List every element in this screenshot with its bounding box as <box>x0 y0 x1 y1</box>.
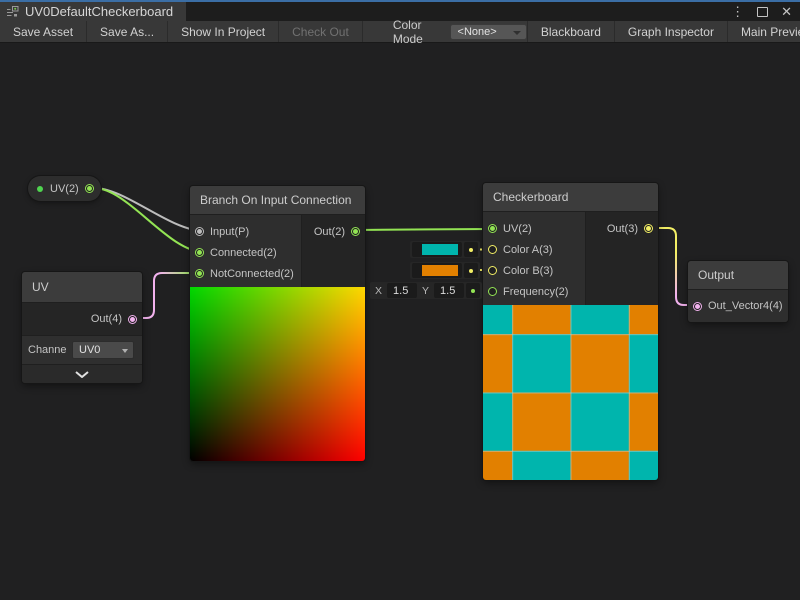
window-controls: ⋮ ✕ <box>731 2 800 21</box>
connector-dot-icon <box>469 248 473 252</box>
collapse-preview-button[interactable] <box>22 364 142 383</box>
connector-dot-icon <box>471 289 475 293</box>
color-mode-label: Color Mode <box>393 18 442 46</box>
channel-dropdown[interactable]: UV0 <box>72 341 134 359</box>
port-row-checker-out: Out(3) <box>586 218 658 239</box>
frequency-x-label: X <box>372 285 385 297</box>
port-label-frequency: Frequency(2) <box>503 286 568 298</box>
toolbar-right-buttons: Blackboard Graph Inspector Main Preview <box>527 21 800 42</box>
color-a-swatch[interactable] <box>422 244 458 255</box>
edge-branchout-to-checker-uv[interactable] <box>356 229 492 230</box>
port-label-connected: Connected(2) <box>210 247 277 259</box>
port-label-checker-out: Out(3) <box>607 223 638 235</box>
shader-graph-window: UV(2) Branch On Input Connection Input(P… <box>0 0 800 600</box>
uv-property-label: UV(2) <box>50 183 79 195</box>
frequency-y-label: Y <box>419 285 432 297</box>
port-branch-out[interactable] <box>351 227 360 236</box>
color-mode-value: <None> <box>458 26 497 38</box>
close-icon[interactable]: ✕ <box>781 5 792 18</box>
port-label-branch-out: Out(2) <box>314 226 345 238</box>
port-label-notconnected: NotConnected(2) <box>210 268 294 280</box>
node-title: Checkerboard <box>483 183 658 212</box>
port-label-checker-uv: UV(2) <box>503 223 532 235</box>
color-b-swatch[interactable] <box>422 265 458 276</box>
port-row-checker-uv: UV(2) <box>483 218 585 239</box>
save-asset-button[interactable]: Save Asset <box>0 21 87 42</box>
color-b-connector-chip <box>464 263 478 278</box>
frequency-x-field[interactable]: 1.5 <box>387 283 417 298</box>
port-notconnected[interactable] <box>195 269 204 278</box>
checkerboard-node-preview <box>483 305 658 480</box>
maximize-icon[interactable] <box>757 7 768 17</box>
channel-row: Channe UV0 <box>22 335 142 364</box>
port-row-connected: Connected(2) <box>190 242 301 263</box>
color-mode-group: Color Mode <None> <box>393 21 527 42</box>
chevron-down-icon <box>122 349 128 353</box>
channel-label: Channe <box>28 344 72 356</box>
port-label-color-a: Color A(3) <box>503 244 553 256</box>
port-label-color-b: Color B(3) <box>503 265 553 277</box>
node-uv[interactable]: UV Out(4) Channe UV0 <box>22 272 142 383</box>
kebab-menu-icon[interactable]: ⋮ <box>731 5 744 18</box>
port-out-vector4[interactable] <box>693 302 702 311</box>
channel-value: UV0 <box>79 344 100 356</box>
shader-graph-icon <box>6 5 19 18</box>
chevron-down-icon <box>75 371 89 378</box>
color-mode-dropdown[interactable]: <None> <box>450 24 527 40</box>
main-preview-toggle-button[interactable]: Main Preview <box>727 21 800 42</box>
port-label-out-vector4: Out_Vector4(4) <box>708 300 783 312</box>
check-out-button: Check Out <box>279 21 363 42</box>
port-frequency[interactable] <box>488 287 497 296</box>
tab-title: UV0DefaultCheckerboard <box>25 4 173 19</box>
color-a-swatch-box <box>412 242 462 257</box>
port-row-color-b: Color B(3) <box>483 260 585 281</box>
port-color-b[interactable] <box>488 266 497 275</box>
port-checker-out[interactable] <box>644 224 653 233</box>
frequency-default-widget: X 1.5 Y 1.5 <box>370 282 482 299</box>
port-label-uv-out: Out(4) <box>91 313 122 325</box>
port-row-color-a: Color A(3) <box>483 239 585 260</box>
frequency-connector-chip <box>466 283 480 298</box>
node-title: UV <box>22 272 142 303</box>
node-output[interactable]: Output Out_Vector4(4) <box>688 261 788 322</box>
toolbar: Save Asset Save As... Show In Project Ch… <box>0 21 800 43</box>
port-row-uv-out: Out(4) <box>22 303 142 335</box>
node-branch-on-input-connection[interactable]: Branch On Input Connection Input(P) Conn… <box>190 186 365 461</box>
tab-uv0defaultcheckerboard[interactable]: UV0DefaultCheckerboard <box>0 2 186 21</box>
show-in-project-button[interactable]: Show In Project <box>168 21 279 42</box>
color-b-default-widget <box>410 262 480 279</box>
port-row-notconnected: NotConnected(2) <box>190 263 301 284</box>
port-color-a[interactable] <box>488 245 497 254</box>
node-title: Output <box>688 261 788 290</box>
color-b-swatch-box <box>412 263 462 278</box>
edge-uvprop-to-inputp[interactable] <box>94 188 204 231</box>
branch-node-preview <box>190 287 365 461</box>
node-checkerboard[interactable]: Checkerboard UV(2) Color A(3) Color B(3) <box>483 183 658 480</box>
port-uv-property-out[interactable] <box>85 184 94 193</box>
blackboard-toggle-button[interactable]: Blackboard <box>527 21 614 42</box>
node-title: Branch On Input Connection <box>190 186 365 215</box>
port-connected[interactable] <box>195 248 204 257</box>
chevron-down-icon <box>513 31 521 35</box>
save-as-button[interactable]: Save As... <box>87 21 168 42</box>
connector-dot-icon <box>469 269 473 273</box>
port-input-p[interactable] <box>195 227 204 236</box>
port-row-out-vector4: Out_Vector4(4) <box>688 290 788 322</box>
exposed-dot-icon <box>37 186 43 192</box>
color-a-default-widget <box>410 241 480 258</box>
frequency-y-field[interactable]: 1.5 <box>434 283 464 298</box>
color-a-connector-chip <box>464 242 478 257</box>
node-uv-property[interactable]: UV(2) <box>28 176 101 201</box>
port-row-frequency: Frequency(2) <box>483 281 585 302</box>
port-label-input-p: Input(P) <box>210 226 249 238</box>
port-row-input-p: Input(P) <box>190 221 301 242</box>
graph-inspector-toggle-button[interactable]: Graph Inspector <box>614 21 727 42</box>
port-uv-out4[interactable] <box>128 315 137 324</box>
edge-uvprop-to-connected[interactable] <box>94 188 204 252</box>
port-checker-uv[interactable] <box>488 224 497 233</box>
port-row-branch-out: Out(2) <box>302 221 365 242</box>
